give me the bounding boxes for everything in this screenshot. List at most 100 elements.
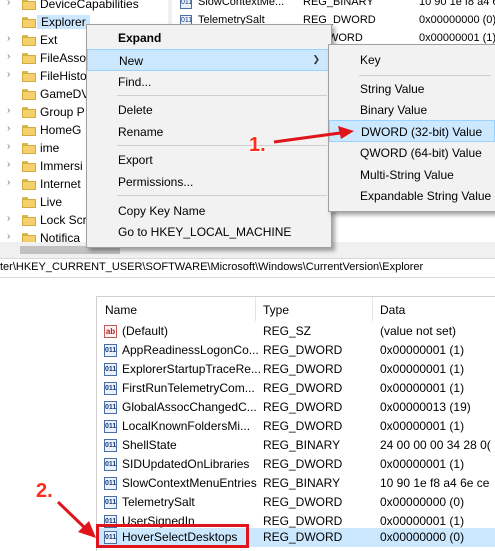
table-row[interactable]: 011 LocalKnownFoldersMi... REG_DWORD 0x0… [97,417,495,436]
value-data: 10 90 1e f8 a4 6 [419,0,495,8]
tree-item-label: Immersi [40,159,83,173]
folder-icon [22,35,36,46]
tree-item-devicecapabilities[interactable]: › DeviceCapabilities [0,0,168,14]
column-header-type[interactable]: Type [255,297,372,321]
binary-value-icon: 011 [104,458,117,471]
tree-item-label: HomeG [40,123,82,137]
binary-value-icon: 011 [104,382,117,395]
tree-item-label: GameDV [40,87,90,101]
value-type: REG_DWORD [263,419,343,433]
column-header-name[interactable]: Name [97,297,256,321]
value-name: ShellState [122,438,177,452]
value-type: REG_DWORD [263,457,343,471]
value-name: TelemetrySalt [122,495,195,509]
value-data: 24 00 00 00 34 28 0( [380,438,491,452]
binary-value-icon: 011 [104,420,117,433]
expand-arrow-icon[interactable]: › [7,51,10,62]
value-data: 0x00000001 (1) [380,419,465,433]
value-type: REG_DWORD [263,381,343,395]
value-data: 0x00000001 (1) [380,362,465,376]
menu-item-copy-key-name[interactable]: Copy Key Name [87,200,331,222]
value-name: (Default) [122,324,169,338]
folder-icon [22,53,36,64]
folder-icon [22,107,36,118]
menu-item-goto-hklm[interactable]: Go to HKEY_LOCAL_MACHINE [87,221,331,243]
table-row[interactable]: 011 ExplorerStartupTraceRe... REG_DWORD … [97,360,495,379]
value-data: 0x00000001 (1) [380,457,465,471]
tree-item-label: Live [40,195,63,209]
folder-icon [22,197,36,208]
menu-item-new[interactable]: New ❯ [87,49,331,71]
menu-item-expand[interactable]: Expand [87,27,331,49]
expand-arrow-icon[interactable]: › [7,123,10,134]
value-type: REG_DWORD [263,362,343,376]
tree-item-label: Ext [40,33,58,47]
menu-item-delete[interactable]: Delete [87,99,331,121]
tree-item-label: FileHisto [40,69,87,83]
value-data: 0x00000000 (0) [380,495,465,509]
table-row[interactable]: 011 FirstRunTelemetryCom... REG_DWORD 0x… [97,379,495,398]
expand-arrow-icon[interactable]: › [7,141,10,152]
value-type: REG_BINARY [303,0,374,8]
submenu-item-key[interactable]: Key [329,49,495,71]
expand-arrow-icon[interactable]: › [7,213,10,224]
tree-item-label: FileAsso [40,51,87,65]
value-name: SlowContextMe... [198,0,285,8]
folder-icon [22,89,36,100]
address-bar[interactable]: ter\HKEY_CURRENT_USER\SOFTWARE\Microsoft… [0,258,495,278]
binary-value-icon: 011 [104,439,117,452]
value-name: ExplorerStartupTraceRe... [122,362,261,376]
table-row[interactable]: 011 GlobalAssocChangedC... REG_DWORD 0x0… [97,398,495,417]
column-header-data[interactable]: Data [372,297,495,321]
table-row[interactable]: 011 AppReadinessLogonCo... REG_DWORD 0x0… [97,341,495,360]
registry-values-table: Name Type Data ab (Default) REG_SZ (valu… [96,296,495,551]
value-data: 0x00000000 (0) [419,14,495,26]
table-row[interactable]: 011 SIDUpdatedOnLibraries REG_DWORD 0x00… [97,455,495,474]
expand-arrow-icon[interactable]: › [7,33,10,44]
folder-icon [22,161,36,172]
table-row[interactable]: ab (Default) REG_SZ (value not set) [97,322,495,341]
tree-item-label: Group P [40,105,85,119]
tree-item-label: Notifica [40,231,81,242]
table-row[interactable]: 011 ShellState REG_BINARY 24 00 00 00 34… [97,436,495,455]
expand-arrow-icon[interactable]: › [7,105,10,116]
binary-value-icon: 011 [104,363,117,376]
binary-value-icon: 011 [104,477,117,490]
folder-icon [22,143,36,154]
submenu-item-string-value[interactable]: String Value [329,78,495,100]
expand-arrow-icon[interactable]: › [7,0,10,8]
binary-value-icon: 011 [180,0,192,9]
tree-item-label: Lock Scr [40,213,87,227]
value-type: REG_DWORD [263,495,343,509]
table-row[interactable]: 011 SlowContextMenuEntries REG_BINARY 10… [97,474,495,493]
expand-arrow-icon[interactable]: › [7,177,10,188]
value-data: (value not set) [380,324,457,338]
submenu-item-binary-value[interactable]: Binary Value [329,99,495,121]
binary-value-icon: 011 [104,401,117,414]
folder-icon [22,17,36,28]
tree-item-label: ime [40,141,60,155]
value-name: SIDUpdatedOnLibraries [122,457,250,471]
submenu-item-multi-string-value[interactable]: Multi-String Value [329,164,495,186]
value-name: SlowContextMenuEntries [122,476,257,490]
value-type: REG_BINARY [263,438,341,452]
expand-arrow-icon[interactable]: › [7,159,10,170]
menu-item-find[interactable]: Find... [87,71,331,93]
menu-item-permissions[interactable]: Permissions... [87,171,331,193]
value-type: REG_DWORD [263,514,343,528]
value-type: REG_DWORD [263,400,343,414]
table-row[interactable]: 011 TelemetrySalt REG_DWORD 0x00000000 (… [97,493,495,512]
value-data: 0x00000000 (0) [380,530,465,544]
address-path: ter\HKEY_CURRENT_USER\SOFTWARE\Microsoft… [0,261,424,273]
value-data: 0x00000001 (1) [419,32,495,44]
menu-item-export[interactable]: Export [87,149,331,171]
value-data: 0x00000013 (19) [380,400,471,414]
expand-arrow-icon[interactable]: › [7,69,10,80]
expand-arrow-icon[interactable]: › [7,231,10,242]
value-row[interactable]: 011 SlowContextMe... REG_BINARY 10 90 1e… [172,0,495,13]
folder-icon [22,179,36,190]
submenu-arrow-icon: ❯ [312,54,320,64]
submenu-item-expandable-string-value[interactable]: Expandable String Value [329,185,495,207]
menu-separator [359,75,491,76]
annotation-step-2: 2. [36,480,53,502]
